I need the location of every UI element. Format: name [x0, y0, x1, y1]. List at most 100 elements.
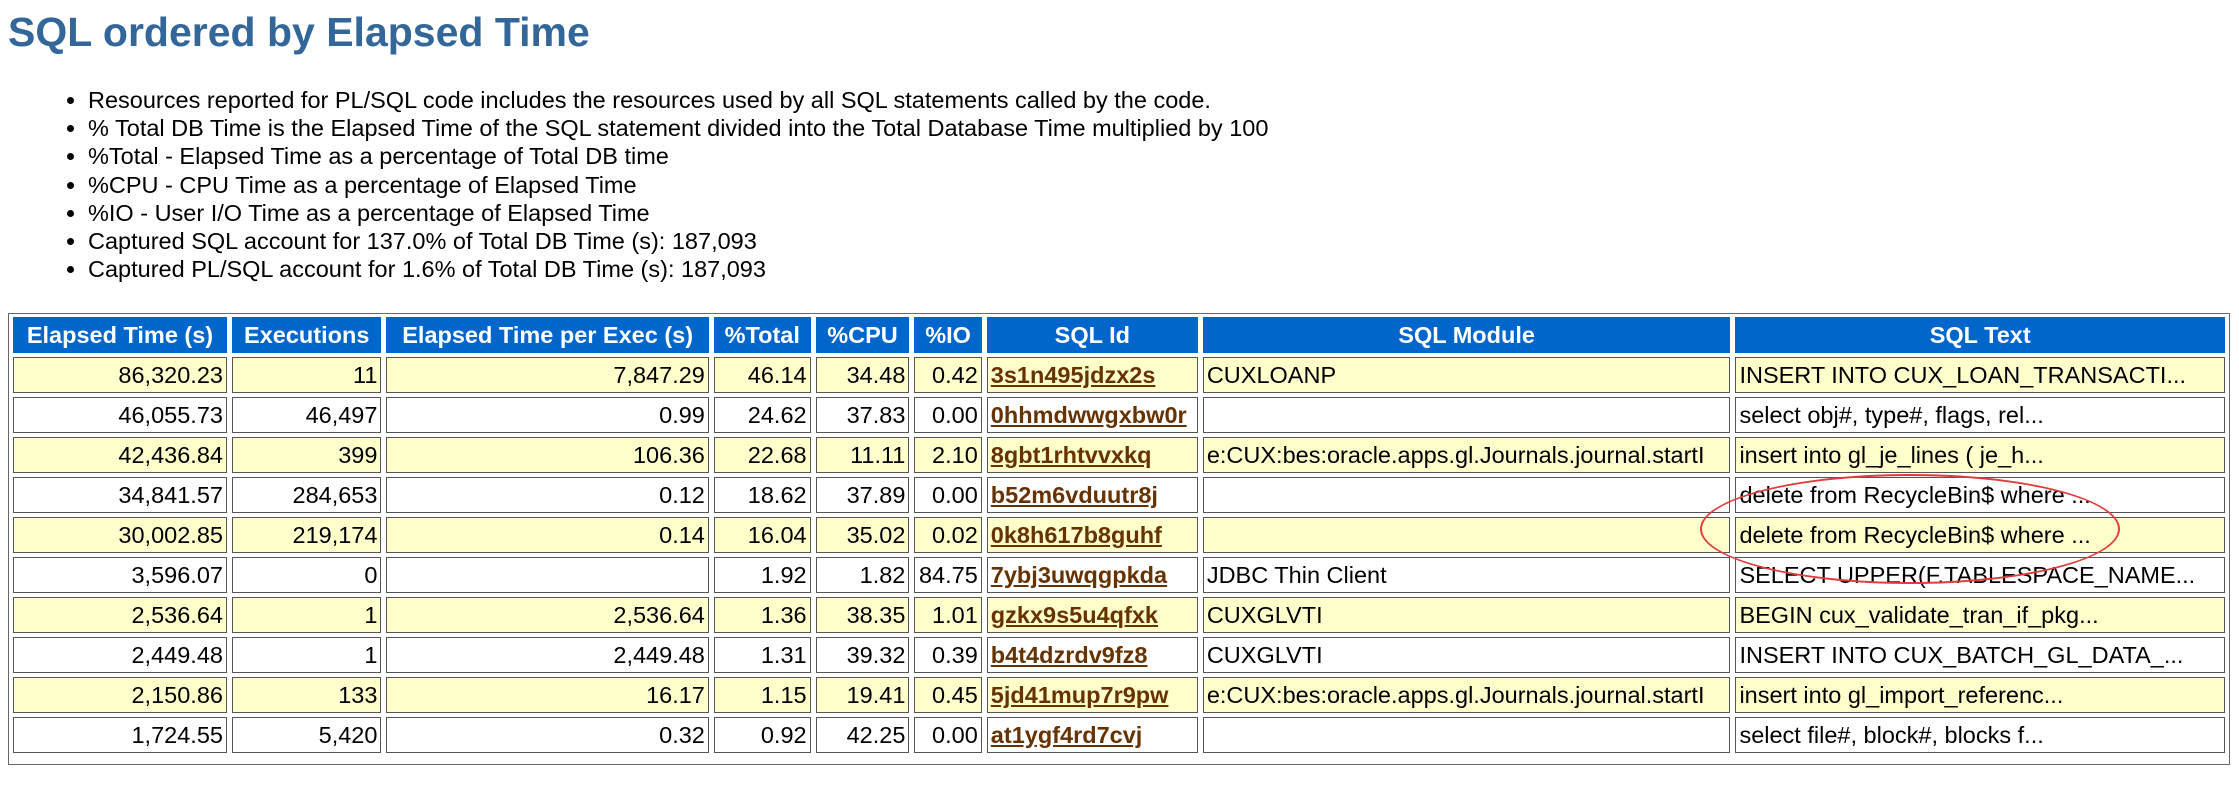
- cell-total-pct: 1.31: [713, 637, 811, 673]
- cell-cpu-pct: 1.82: [815, 557, 910, 593]
- cell-total-pct: 1.92: [713, 557, 811, 593]
- sql-id-link[interactable]: 0k8h617b8guhf: [991, 522, 1162, 548]
- cell-cpu-pct: 34.48: [815, 357, 910, 393]
- cell-sql-module: [1202, 717, 1731, 753]
- cell-cpu-pct: 37.83: [815, 397, 910, 433]
- table-row: 46,055.73 46,497 0.99 24.62 37.83 0.00 0hhmdww…: [13, 397, 2225, 433]
- sql-id-link[interactable]: 7ybj3uwqgpkda: [991, 562, 1167, 588]
- cell-elapsed-time: 1,724.55: [13, 717, 227, 753]
- cell-sql-module: CUXGLVTI: [1202, 597, 1731, 633]
- cell-sql-id: gzkx9s5u4qfxk: [986, 597, 1198, 633]
- cell-cpu-pct: 38.35: [815, 597, 910, 633]
- table-row: 2,150.86 133 16.17 1.15 19.41 0.45 5jd41mup7r9…: [13, 677, 2225, 713]
- cell-total-pct: 46.14: [713, 357, 811, 393]
- note-item: %CPU - CPU Time as a percentage of Elaps…: [88, 171, 1268, 199]
- cell-executions: 133: [231, 677, 382, 713]
- cell-io-pct: 0.00: [914, 477, 982, 513]
- cell-elapsed-time: 46,055.73: [13, 397, 227, 433]
- cell-sql-text: select obj#, type#, flags, rel...: [1735, 397, 2225, 433]
- cell-executions: 1: [231, 597, 382, 633]
- table-row: 1,724.55 5,420 0.32 0.92 42.25 0.00 at1ygf4rd7…: [13, 717, 2225, 753]
- column-header-elapsed-per-exec[interactable]: Elapsed Time per Exec (s): [386, 317, 709, 353]
- cell-sql-module: CUXLOANP: [1202, 357, 1731, 393]
- cell-sql-text: BEGIN cux_validate_tran_if_pkg...: [1735, 597, 2225, 633]
- cell-total-pct: 0.92: [713, 717, 811, 753]
- note-item: Captured PL/SQL account for 1.6% of Tota…: [88, 255, 1268, 283]
- cell-sql-module: CUXGLVTI: [1202, 637, 1731, 673]
- cell-sql-module: [1202, 517, 1731, 553]
- cell-elapsed-per-exec: 0.14: [386, 517, 709, 553]
- cell-sql-text: delete from RecycleBin$ where ...: [1735, 517, 2225, 553]
- cell-sql-text: select file#, block#, blocks f...: [1735, 717, 2225, 753]
- cell-cpu-pct: 37.89: [815, 477, 910, 513]
- cell-sql-id: b52m6vduutr8j: [986, 477, 1198, 513]
- cell-sql-id: at1ygf4rd7cvj: [986, 717, 1198, 753]
- cell-sql-module: [1202, 397, 1731, 433]
- cell-sql-module: e:CUX:bes:oracle.apps.gl.Journals.journa…: [1202, 437, 1731, 473]
- sql-elapsed-table-container: Elapsed Time (s) Executions Elapsed Time…: [8, 313, 2230, 765]
- sql-elapsed-table: Elapsed Time (s) Executions Elapsed Time…: [8, 313, 2230, 757]
- cell-executions: 219,174: [231, 517, 382, 553]
- cell-sql-id: b4t4dzrdv9fz8: [986, 637, 1198, 673]
- column-header-sql-id[interactable]: SQL Id: [986, 317, 1198, 353]
- column-header-total-pct[interactable]: %Total: [713, 317, 811, 353]
- cell-executions: 5,420: [231, 717, 382, 753]
- cell-sql-id: 8gbt1rhtvvxkq: [986, 437, 1198, 473]
- awr-report-page: SQL ordered by Elapsed Time Resources re…: [0, 0, 2239, 785]
- sql-id-link[interactable]: b52m6vduutr8j: [991, 482, 1158, 508]
- cell-elapsed-time: 2,536.64: [13, 597, 227, 633]
- cell-elapsed-per-exec: [386, 557, 709, 593]
- cell-elapsed-time: 2,150.86: [13, 677, 227, 713]
- cell-elapsed-per-exec: 16.17: [386, 677, 709, 713]
- table-row: 2,449.48 1 2,449.48 1.31 39.32 0.39 b4t4dzrdv9…: [13, 637, 2225, 673]
- note-item: Captured SQL account for 137.0% of Total…: [88, 227, 1268, 255]
- cell-sql-text: insert into gl_import_referenc...: [1735, 677, 2225, 713]
- cell-io-pct: 0.00: [914, 397, 982, 433]
- cell-sql-text: insert into gl_je_lines ( je_h...: [1735, 437, 2225, 473]
- column-header-sql-text[interactable]: SQL Text: [1735, 317, 2225, 353]
- cell-executions: 1: [231, 637, 382, 673]
- column-header-sql-module[interactable]: SQL Module: [1202, 317, 1731, 353]
- cell-cpu-pct: 19.41: [815, 677, 910, 713]
- column-header-executions[interactable]: Executions: [231, 317, 382, 353]
- cell-total-pct: 22.68: [713, 437, 811, 473]
- note-item: %Total - Elapsed Time as a percentage of…: [88, 142, 1268, 170]
- cell-sql-id: 0k8h617b8guhf: [986, 517, 1198, 553]
- cell-sql-text: delete from RecycleBin$ where ...: [1735, 477, 2225, 513]
- column-header-io-pct[interactable]: %IO: [914, 317, 982, 353]
- cell-elapsed-time: 34,841.57: [13, 477, 227, 513]
- cell-io-pct: 0.00: [914, 717, 982, 753]
- column-header-elapsed-time[interactable]: Elapsed Time (s): [13, 317, 227, 353]
- cell-sql-text: INSERT INTO CUX_LOAN_TRANSACTI...: [1735, 357, 2225, 393]
- cell-executions: 0: [231, 557, 382, 593]
- sql-id-link[interactable]: at1ygf4rd7cvj: [991, 722, 1143, 748]
- sql-id-link[interactable]: gzkx9s5u4qfxk: [991, 602, 1158, 628]
- cell-elapsed-time: 2,449.48: [13, 637, 227, 673]
- sql-id-link[interactable]: 0hhmdwwgxbw0r: [991, 402, 1187, 428]
- sql-id-link[interactable]: b4t4dzrdv9fz8: [991, 642, 1148, 668]
- cell-cpu-pct: 35.02: [815, 517, 910, 553]
- cell-sql-text: SELECT UPPER(F.TABLESPACE_NAME...: [1735, 557, 2225, 593]
- cell-elapsed-time: 42,436.84: [13, 437, 227, 473]
- table-row: 3,596.07 0 1.92 1.82 84.75 7ybj3uwqgpkda JDBC …: [13, 557, 2225, 593]
- cell-total-pct: 18.62: [713, 477, 811, 513]
- sql-id-link[interactable]: 3s1n495jdzx2s: [991, 362, 1156, 388]
- sql-id-link[interactable]: 8gbt1rhtvvxkq: [991, 442, 1152, 468]
- page-title: SQL ordered by Elapsed Time: [8, 9, 590, 55]
- notes-list: Resources reported for PL/SQL code inclu…: [0, 86, 1268, 283]
- cell-io-pct: 2.10: [914, 437, 982, 473]
- cell-elapsed-per-exec: 7,847.29: [386, 357, 709, 393]
- note-item: %IO - User I/O Time as a percentage of E…: [88, 199, 1268, 227]
- table-header-row: Elapsed Time (s) Executions Elapsed Time…: [13, 317, 2225, 353]
- cell-io-pct: 0.02: [914, 517, 982, 553]
- cell-sql-id: 7ybj3uwqgpkda: [986, 557, 1198, 593]
- cell-sql-id: 0hhmdwwgxbw0r: [986, 397, 1198, 433]
- cell-total-pct: 16.04: [713, 517, 811, 553]
- cell-total-pct: 1.36: [713, 597, 811, 633]
- cell-sql-module: e:CUX:bes:oracle.apps.gl.Journals.journa…: [1202, 677, 1731, 713]
- cell-cpu-pct: 42.25: [815, 717, 910, 753]
- note-item: Resources reported for PL/SQL code inclu…: [88, 86, 1268, 114]
- column-header-cpu-pct[interactable]: %CPU: [815, 317, 910, 353]
- sql-id-link[interactable]: 5jd41mup7r9pw: [991, 682, 1169, 708]
- cell-cpu-pct: 11.11: [815, 437, 910, 473]
